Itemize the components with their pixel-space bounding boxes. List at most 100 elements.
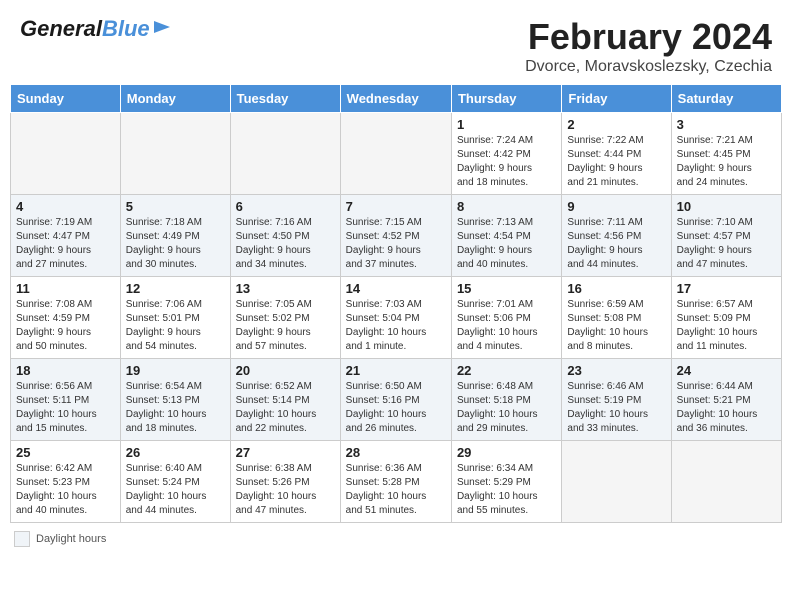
day-info: Sunrise: 7:22 AM Sunset: 4:44 PM Dayligh… (567, 134, 665, 190)
daylight-box (14, 531, 30, 547)
calendar-cell: 25Sunrise: 6:42 AM Sunset: 5:23 PM Dayli… (11, 441, 121, 523)
calendar-cell (340, 113, 451, 195)
day-number: 17 (677, 281, 776, 296)
calendar-cell: 13Sunrise: 7:05 AM Sunset: 5:02 PM Dayli… (230, 277, 340, 359)
calendar-cell: 7 Sunrise: 7:15 AM Sunset: 4:52 PM Daylig… (340, 195, 451, 277)
day-number: 10 (677, 199, 776, 214)
logo-general: General (20, 16, 102, 42)
day-info: Sunrise: 7:13 AM Sunset: 4:54 PM Dayligh… (457, 216, 556, 272)
logo: General Blue (20, 16, 172, 42)
day-number: 12 (126, 281, 225, 296)
day-number: 11 (16, 281, 115, 296)
calendar-cell: 22 Sunrise: 6:48 AM Sunset: 5:18 PM Dayli… (451, 359, 561, 441)
calendar-cell: 11 Sunrise: 7:08 AM Sunset: 4:59 PM Dayli… (11, 277, 121, 359)
day-info: Sunrise: 7:10 AM Sunset: 4:57 PM Dayligh… (677, 216, 776, 272)
day-number: 18 (16, 363, 115, 378)
day-info: Sunrise: 6:38 AM Sunset: 5:26 PM Dayligh… (236, 462, 335, 518)
calendar-cell: 9 Sunrise: 7:11 AM Sunset: 4:56 PM Daylig… (562, 195, 671, 277)
weekday-header-tuesday: Tuesday (230, 85, 340, 113)
day-info: Sunrise: 7:24 AM Sunset: 4:42 PM Dayligh… (457, 134, 556, 190)
weekday-header-thursday: Thursday (451, 85, 561, 113)
calendar-cell: 20Sunrise: 6:52 AM Sunset: 5:14 PM Dayli… (230, 359, 340, 441)
calendar-cell: 8Sunrise: 7:13 AM Sunset: 4:54 PM Daylig… (451, 195, 561, 277)
week-row-2: 4 Sunrise: 7:19 AM Sunset: 4:47 PM Daylig… (11, 195, 782, 277)
day-info: Sunrise: 7:15 AM Sunset: 4:52 PM Dayligh… (346, 216, 446, 272)
day-number: 23 (567, 363, 665, 378)
footer: Daylight hours (0, 523, 792, 555)
calendar-cell: 18 Sunrise: 6:56 AM Sunset: 5:11 PM Dayli… (11, 359, 121, 441)
day-number: 22 (457, 363, 556, 378)
month-title: February 2024 (525, 16, 772, 58)
day-info: Sunrise: 7:21 AM Sunset: 4:45 PM Dayligh… (677, 134, 776, 190)
day-info: Sunrise: 7:18 AM Sunset: 4:49 PM Dayligh… (126, 216, 225, 272)
day-info: Sunrise: 6:59 AM Sunset: 5:08 PM Dayligh… (567, 298, 665, 354)
day-info: Sunrise: 6:56 AM Sunset: 5:11 PM Dayligh… (16, 380, 115, 436)
header: General Blue February 2024 Dvorce, Morav… (0, 0, 792, 84)
day-info: Sunrise: 7:03 AM Sunset: 5:04 PM Dayligh… (346, 298, 446, 354)
calendar-body: 1 Sunrise: 7:24 AM Sunset: 4:42 PM Daylig… (11, 113, 782, 523)
weekday-header-monday: Monday (120, 85, 230, 113)
weekday-header-wednesday: Wednesday (340, 85, 451, 113)
day-number: 24 (677, 363, 776, 378)
calendar-cell: 12 Sunrise: 7:06 AM Sunset: 5:01 PM Dayli… (120, 277, 230, 359)
day-info: Sunrise: 6:57 AM Sunset: 5:09 PM Dayligh… (677, 298, 776, 354)
calendar-cell: 1 Sunrise: 7:24 AM Sunset: 4:42 PM Daylig… (451, 113, 561, 195)
day-info: Sunrise: 7:11 AM Sunset: 4:56 PM Dayligh… (567, 216, 665, 272)
day-number: 28 (346, 445, 446, 460)
calendar: SundayMondayTuesdayWednesdayThursdayFrid… (10, 84, 782, 523)
calendar-cell: 29 Sunrise: 6:34 AM Sunset: 5:29 PM Dayli… (451, 441, 561, 523)
day-info: Sunrise: 7:08 AM Sunset: 4:59 PM Dayligh… (16, 298, 115, 354)
logo-blue: Blue (102, 16, 150, 42)
day-info: Sunrise: 6:44 AM Sunset: 5:21 PM Dayligh… (677, 380, 776, 436)
weekday-header-saturday: Saturday (671, 85, 781, 113)
location: Dvorce, Moravskoslezsky, Czechia (525, 58, 772, 76)
weekday-header-sunday: Sunday (11, 85, 121, 113)
day-info: Sunrise: 7:16 AM Sunset: 4:50 PM Dayligh… (236, 216, 335, 272)
calendar-cell: 10 Sunrise: 7:10 AM Sunset: 4:57 PM Dayli… (671, 195, 781, 277)
calendar-cell: 6 Sunrise: 7:16 AM Sunset: 4:50 PM Daylig… (230, 195, 340, 277)
day-number: 19 (126, 363, 225, 378)
day-number: 9 (567, 199, 665, 214)
day-number: 29 (457, 445, 556, 460)
day-number: 2 (567, 117, 665, 132)
day-info: Sunrise: 6:40 AM Sunset: 5:24 PM Dayligh… (126, 462, 225, 518)
calendar-cell: 28 Sunrise: 6:36 AM Sunset: 5:28 PM Dayli… (340, 441, 451, 523)
day-info: Sunrise: 7:19 AM Sunset: 4:47 PM Dayligh… (16, 216, 115, 272)
weekday-header-row: SundayMondayTuesdayWednesdayThursdayFrid… (11, 85, 782, 113)
day-number: 21 (346, 363, 446, 378)
day-number: 4 (16, 199, 115, 214)
week-row-4: 18 Sunrise: 6:56 AM Sunset: 5:11 PM Dayli… (11, 359, 782, 441)
day-number: 14 (346, 281, 446, 296)
calendar-cell: 4 Sunrise: 7:19 AM Sunset: 4:47 PM Daylig… (11, 195, 121, 277)
calendar-cell (11, 113, 121, 195)
day-info: Sunrise: 6:46 AM Sunset: 5:19 PM Dayligh… (567, 380, 665, 436)
calendar-cell: 14 Sunrise: 7:03 AM Sunset: 5:04 PM Dayli… (340, 277, 451, 359)
day-info: Sunrise: 6:36 AM Sunset: 5:28 PM Dayligh… (346, 462, 446, 518)
day-number: 15 (457, 281, 556, 296)
week-row-1: 1 Sunrise: 7:24 AM Sunset: 4:42 PM Daylig… (11, 113, 782, 195)
day-info: Sunrise: 6:54 AM Sunset: 5:13 PM Dayligh… (126, 380, 225, 436)
daylight-label: Daylight hours (36, 533, 106, 545)
day-number: 7 (346, 199, 446, 214)
day-number: 6 (236, 199, 335, 214)
day-number: 1 (457, 117, 556, 132)
calendar-cell: 15 Sunrise: 7:01 AM Sunset: 5:06 PM Dayli… (451, 277, 561, 359)
day-number: 16 (567, 281, 665, 296)
calendar-cell: 19 Sunrise: 6:54 AM Sunset: 5:13 PM Dayli… (120, 359, 230, 441)
logo-arrow-icon (152, 17, 172, 37)
day-info: Sunrise: 6:34 AM Sunset: 5:29 PM Dayligh… (457, 462, 556, 518)
day-info: Sunrise: 7:01 AM Sunset: 5:06 PM Dayligh… (457, 298, 556, 354)
day-info: Sunrise: 7:06 AM Sunset: 5:01 PM Dayligh… (126, 298, 225, 354)
calendar-cell: 3Sunrise: 7:21 AM Sunset: 4:45 PM Daylig… (671, 113, 781, 195)
day-number: 20 (236, 363, 335, 378)
weekday-header-friday: Friday (562, 85, 671, 113)
calendar-cell: 16 Sunrise: 6:59 AM Sunset: 5:08 PM Dayli… (562, 277, 671, 359)
calendar-cell (230, 113, 340, 195)
day-number: 26 (126, 445, 225, 460)
calendar-cell: 5Sunrise: 7:18 AM Sunset: 4:49 PM Daylig… (120, 195, 230, 277)
calendar-cell: 2 Sunrise: 7:22 AM Sunset: 4:44 PM Daylig… (562, 113, 671, 195)
calendar-cell: 27Sunrise: 6:38 AM Sunset: 5:26 PM Dayli… (230, 441, 340, 523)
day-info: Sunrise: 6:48 AM Sunset: 5:18 PM Dayligh… (457, 380, 556, 436)
calendar-cell: 26 Sunrise: 6:40 AM Sunset: 5:24 PM Dayli… (120, 441, 230, 523)
calendar-cell: 23 Sunrise: 6:46 AM Sunset: 5:19 PM Dayli… (562, 359, 671, 441)
